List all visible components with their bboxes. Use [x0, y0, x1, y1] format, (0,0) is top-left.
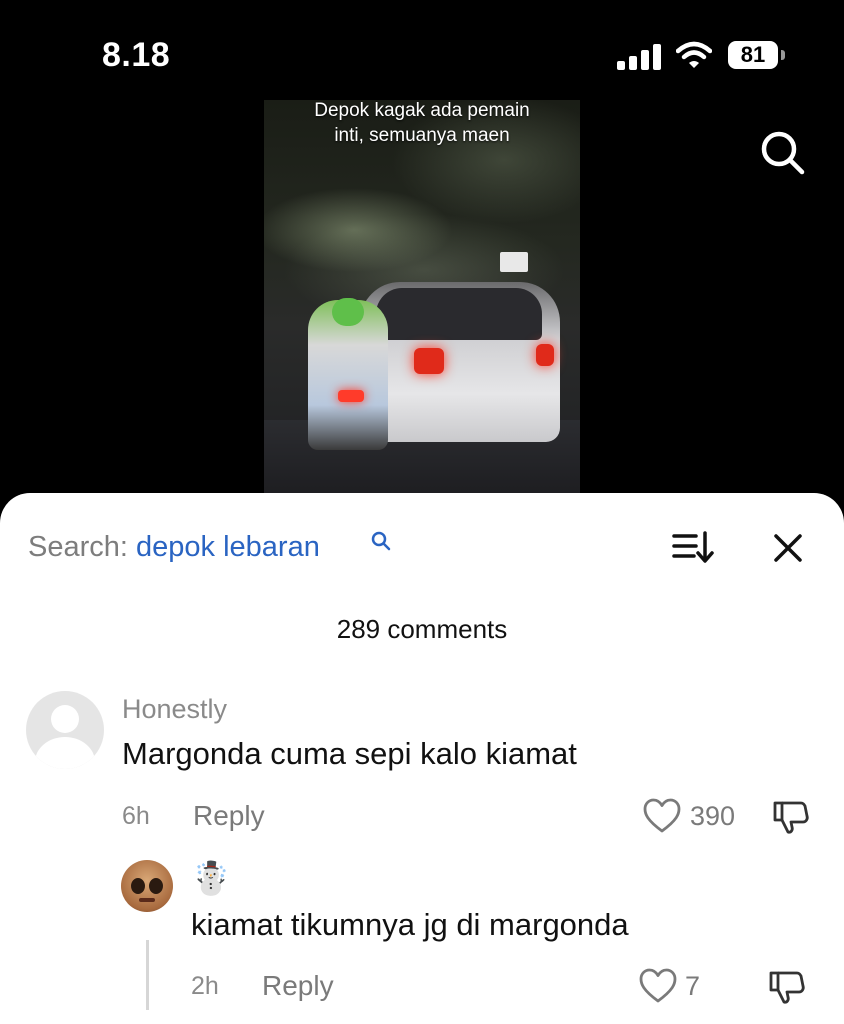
- comment-time: 6h: [122, 802, 150, 830]
- reply-thread-line: [146, 940, 149, 1010]
- reply-avatar[interactable]: [121, 860, 173, 912]
- battery-nub: [781, 50, 785, 60]
- reply-avatar-eye: [131, 878, 145, 894]
- sort-icon[interactable]: [672, 530, 714, 564]
- search-icon[interactable]: [758, 128, 806, 176]
- like-count: 390: [690, 801, 736, 831]
- heart-icon[interactable]: [643, 798, 681, 834]
- reply-like-count: 7: [685, 971, 701, 1001]
- reply-reply-button[interactable]: Reply: [262, 970, 334, 1002]
- avatar-body: [35, 737, 95, 769]
- comment-text: Margonda cuma sepi kalo kiamat: [122, 736, 577, 771]
- video-car-light: [536, 344, 554, 366]
- reply-avatar-eye: [149, 878, 163, 894]
- heart-icon[interactable]: [639, 968, 677, 1004]
- video-sign: [500, 252, 528, 272]
- signal-icon: [617, 44, 661, 70]
- reply-username[interactable]: ☃️: [191, 858, 231, 898]
- dislike-icon[interactable]: [768, 970, 806, 1006]
- avatar[interactable]: [26, 691, 104, 769]
- search-mini-icon: [371, 531, 391, 551]
- status-bar: 8.18 81: [0, 0, 844, 100]
- avatar-head: [51, 705, 79, 733]
- video-player[interactable]: Depok kagak ada pemain inti, semuanya ma…: [264, 100, 580, 510]
- dislike-icon[interactable]: [772, 800, 810, 836]
- reply-avatar-mouth: [139, 898, 155, 902]
- comment-count: 289 comments: [336, 614, 508, 644]
- search-prefix: Search:: [28, 531, 128, 563]
- reply-button[interactable]: Reply: [193, 800, 265, 832]
- video-moto-light: [338, 390, 364, 402]
- video-caption-line1: Depok kagak ada pemain: [314, 100, 530, 121]
- search-suggestion[interactable]: Search: depok lebaran: [28, 530, 320, 564]
- video-helmet: [332, 298, 364, 326]
- status-time: 8.18: [102, 36, 171, 74]
- video-car-window: [376, 288, 542, 340]
- comment-username[interactable]: Honestly: [122, 694, 227, 725]
- close-icon[interactable]: [772, 532, 804, 564]
- reply-text: kiamat tikumnya jg di margonda: [191, 907, 629, 942]
- video-caption: Depok kagak ada pemain inti, semuanya ma…: [264, 100, 580, 148]
- video-car-light: [414, 348, 444, 374]
- search-term-link[interactable]: depok lebaran: [136, 531, 320, 563]
- reply-time: 2h: [191, 972, 219, 1000]
- video-caption-line2: inti, semuanya maen: [334, 125, 510, 146]
- wifi-icon: [676, 41, 712, 68]
- battery-icon: 81: [728, 41, 778, 69]
